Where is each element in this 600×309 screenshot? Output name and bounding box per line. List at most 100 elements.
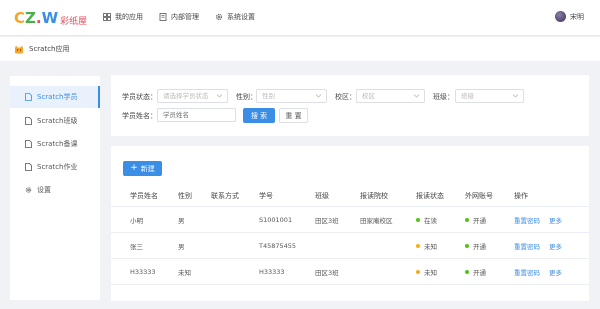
- logo-text: 彩纸屋: [60, 16, 88, 27]
- topnav-label: 系统设置: [227, 13, 255, 21]
- logo-mark: CZ.W: [14, 9, 59, 27]
- cell-account: 开通: [465, 260, 486, 284]
- gender-filter-label: 性别：: [236, 93, 257, 101]
- cell-name: 小明: [130, 217, 143, 225]
- account-text: 开通: [473, 217, 486, 225]
- campus-filter-label: 校区：: [335, 93, 356, 101]
- topnav-item-my-apps[interactable]: 我的应用: [103, 12, 143, 22]
- status-dot-icon: [416, 244, 420, 248]
- campus-select[interactable]: 校区: [356, 89, 425, 103]
- sidebar-item-lesson-prep[interactable]: Scratch备课: [10, 133, 100, 155]
- name-filter-label: 学员姓名：: [122, 112, 157, 120]
- more-link[interactable]: 更多: [549, 234, 562, 258]
- file-icon: [25, 93, 32, 101]
- cell-student-id: S1001001: [259, 216, 293, 224]
- chevron-down-icon: [315, 94, 322, 98]
- status-select[interactable]: 请选择学员状态: [157, 89, 228, 103]
- class-select-placeholder: 班级: [461, 92, 474, 100]
- status-dot-icon: [416, 218, 420, 222]
- sidebar-item-label: Scratch学员: [37, 93, 78, 101]
- file-icon: [25, 140, 32, 148]
- sidebar-item-classes[interactable]: Scratch班级: [10, 110, 100, 132]
- column-header: 操作: [514, 191, 528, 200]
- gear-icon: [25, 187, 32, 193]
- reset-password-link[interactable]: 重置密码: [514, 208, 540, 232]
- cell-status: 在读: [416, 208, 437, 232]
- cell-gender: 未知: [178, 269, 191, 277]
- chevron-down-icon: [413, 94, 420, 98]
- table-row[interactable]: H33333 未知 H33333 田区3班 未知 开通 重置密码 更多: [111, 260, 589, 285]
- cat-icon: [15, 45, 23, 53]
- status-dot-icon: [416, 270, 420, 274]
- user-name: 宋明: [570, 12, 584, 21]
- status-select-placeholder: 请选择学员状态: [163, 92, 209, 100]
- app-logo[interactable]: CZ.W 彩纸屋: [14, 9, 87, 27]
- gear-icon: [215, 13, 223, 21]
- search-button[interactable]: 搜 索: [243, 108, 275, 123]
- topnav-item-settings[interactable]: 系统设置: [215, 12, 255, 22]
- student-table-panel: + 新建 学员姓名 性别 联系方式 学号 班级 报读院校 报读状态 外网账号 操…: [111, 146, 589, 301]
- sidebar-item-label: 设置: [37, 186, 51, 194]
- cell-gender: 男: [178, 217, 185, 225]
- sidebar: Scratch学员 Scratch班级 Scratch备课 Scratch作业 …: [10, 76, 100, 300]
- add-student-label: 新建: [140, 164, 155, 173]
- chevron-down-icon: [512, 94, 519, 98]
- file-icon: [25, 163, 32, 171]
- cell-status: 未知: [416, 234, 437, 258]
- reset-password-link[interactable]: 重置密码: [514, 234, 540, 258]
- status-text: 未知: [424, 269, 437, 277]
- cell-student-id: H33333: [259, 268, 285, 276]
- sidebar-item-label: Scratch班级: [37, 117, 78, 125]
- more-link[interactable]: 更多: [549, 208, 562, 232]
- cell-class: 田区3班: [315, 217, 339, 225]
- reset-password-link[interactable]: 重置密码: [514, 260, 540, 284]
- status-dot-icon: [465, 270, 469, 274]
- sidebar-item-settings[interactable]: 设置: [10, 179, 100, 201]
- status-dot-icon: [465, 218, 469, 222]
- grid-icon: [103, 13, 111, 21]
- user-menu[interactable]: 宋明: [555, 11, 584, 22]
- column-header: 学员姓名: [130, 191, 158, 200]
- more-link[interactable]: 更多: [549, 260, 562, 284]
- column-header: 班级: [315, 191, 329, 200]
- top-bar: CZ.W 彩纸屋 我的应用 内部管理 系统设置 宋明: [0, 0, 600, 36]
- cell-name: H33333: [130, 268, 156, 276]
- cell-account: 开通: [465, 208, 486, 232]
- column-header: 学号: [259, 191, 273, 200]
- plus-icon: +: [130, 163, 138, 173]
- sidebar-item-label: Scratch备课: [37, 140, 78, 148]
- cell-gender: 男: [178, 243, 185, 251]
- chevron-down-icon: [216, 94, 223, 98]
- cell-class: 田区3班: [315, 269, 339, 277]
- cell-school: 田家庵校区: [360, 217, 393, 225]
- gender-select-placeholder: 性别: [262, 92, 275, 100]
- account-text: 开通: [473, 269, 486, 277]
- table-row[interactable]: 小明 男 S1001001 田区3班 田家庵校区 在读 开通 重置密码 更多: [111, 208, 589, 233]
- status-dot-icon: [465, 244, 469, 248]
- column-header: 报读状态: [416, 191, 444, 200]
- cell-status: 未知: [416, 260, 437, 284]
- cell-student-id: T45875455: [259, 242, 297, 250]
- avatar: [555, 11, 566, 22]
- sidebar-item-label: Scratch作业: [37, 163, 78, 171]
- student-name-input[interactable]: [157, 108, 236, 122]
- gender-select[interactable]: 性别: [256, 89, 327, 103]
- topnav-label: 内部管理: [171, 13, 199, 21]
- breadcrumb: Scratch应用: [0, 37, 600, 61]
- add-student-button[interactable]: + 新建: [123, 161, 162, 176]
- file-icon: [25, 117, 32, 125]
- reset-button[interactable]: 重 置: [279, 108, 308, 123]
- table-row[interactable]: 张三 男 T45875455 未知 开通 重置密码 更多: [111, 234, 589, 259]
- filter-panel: 学员状态： 请选择学员状态 性别： 性别 校区： 校区 班级： 班级 学员姓名：…: [111, 75, 589, 136]
- cell-account: 开通: [465, 234, 486, 258]
- status-text: 在读: [424, 217, 437, 225]
- column-header: 报读院校: [360, 191, 388, 200]
- column-header: 联系方式: [211, 191, 239, 200]
- account-text: 开通: [473, 243, 486, 251]
- column-header: 性别: [178, 191, 192, 200]
- sidebar-item-students[interactable]: Scratch学员: [10, 86, 100, 108]
- sidebar-item-homework[interactable]: Scratch作业: [10, 156, 100, 178]
- topnav-item-internal[interactable]: 内部管理: [159, 12, 199, 22]
- class-select[interactable]: 班级: [455, 89, 524, 103]
- campus-select-placeholder: 校区: [362, 92, 375, 100]
